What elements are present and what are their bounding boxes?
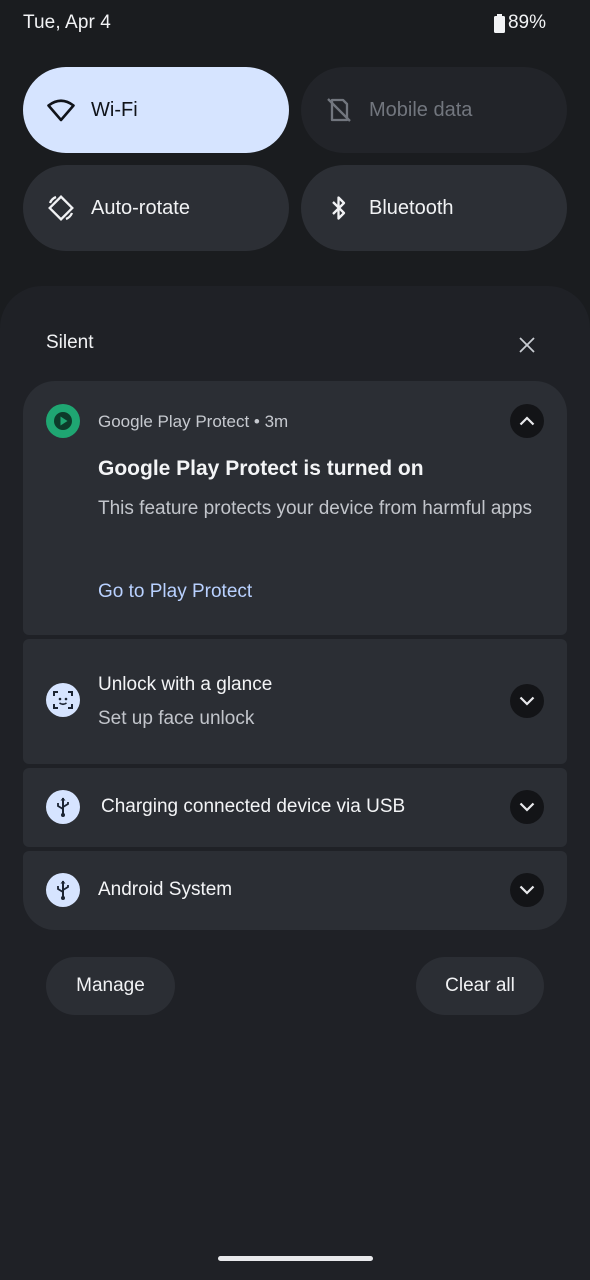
chevron-down-icon — [519, 802, 535, 812]
usb-icon — [46, 790, 80, 824]
usb-icon — [46, 873, 80, 907]
notification-title: Unlock with a glance — [98, 674, 273, 695]
collapse-button[interactable] — [510, 404, 544, 438]
section-title-silent: Silent — [46, 332, 94, 353]
gesture-nav-handle[interactable] — [218, 1256, 373, 1261]
manage-button[interactable]: Manage — [46, 957, 175, 1015]
bluetooth-tile[interactable]: Bluetooth — [301, 165, 567, 251]
expand-button[interactable] — [510, 873, 544, 907]
wifi-label: Wi-Fi — [91, 98, 138, 121]
notification-title: Google Play Protect is turned on — [98, 457, 424, 480]
battery-icon — [493, 13, 505, 33]
auto-rotate-label: Auto-rotate — [91, 196, 190, 219]
play-protect-icon — [46, 404, 80, 438]
face-unlock-icon — [46, 683, 80, 717]
dismiss-section-button[interactable] — [512, 330, 542, 360]
notification-header: Google Play Protect • 3m — [98, 412, 289, 431]
chevron-down-icon — [519, 696, 535, 706]
close-icon — [519, 337, 535, 353]
auto-rotate-tile[interactable]: Auto-rotate — [23, 165, 289, 251]
bluetooth-icon — [325, 194, 353, 222]
wifi-tile[interactable]: Wi-Fi — [23, 67, 289, 153]
notification-play-protect[interactable]: Google Play Protect • 3m Google Play Pro… — [23, 381, 567, 635]
battery-indicator: 89% — [493, 12, 546, 34]
battery-percent: 89% — [507, 12, 546, 33]
mobile-data-tile[interactable]: Mobile data — [301, 67, 567, 153]
expand-button[interactable] — [510, 790, 544, 824]
notification-shade-screen: Tue, Apr 4 89% Wi-Fi Mobile data Auto-ro… — [0, 0, 590, 1280]
notification-subtitle: Set up face unlock — [98, 708, 255, 729]
auto-rotate-icon — [47, 194, 75, 222]
notification-usb-charging[interactable]: Charging connected device via USB — [23, 768, 567, 847]
mobile-data-off-icon — [325, 96, 353, 124]
chevron-up-icon — [519, 416, 535, 426]
go-to-play-protect-link[interactable]: Go to Play Protect — [98, 581, 252, 603]
expand-button[interactable] — [510, 684, 544, 718]
notification-title: Charging connected device via USB — [101, 796, 406, 817]
mobile-data-label: Mobile data — [369, 98, 473, 121]
clear-all-button[interactable]: Clear all — [416, 957, 544, 1015]
notification-body: This feature protects your device from h… — [98, 498, 533, 519]
chevron-down-icon — [519, 885, 535, 895]
bluetooth-label: Bluetooth — [369, 196, 454, 219]
notification-title: Android System — [98, 879, 233, 900]
status-date: Tue, Apr 4 — [23, 12, 111, 33]
notification-face-unlock[interactable]: Unlock with a glance Set up face unlock — [23, 639, 567, 764]
notification-android-system[interactable]: Android System — [23, 851, 567, 930]
wifi-icon — [47, 96, 75, 124]
